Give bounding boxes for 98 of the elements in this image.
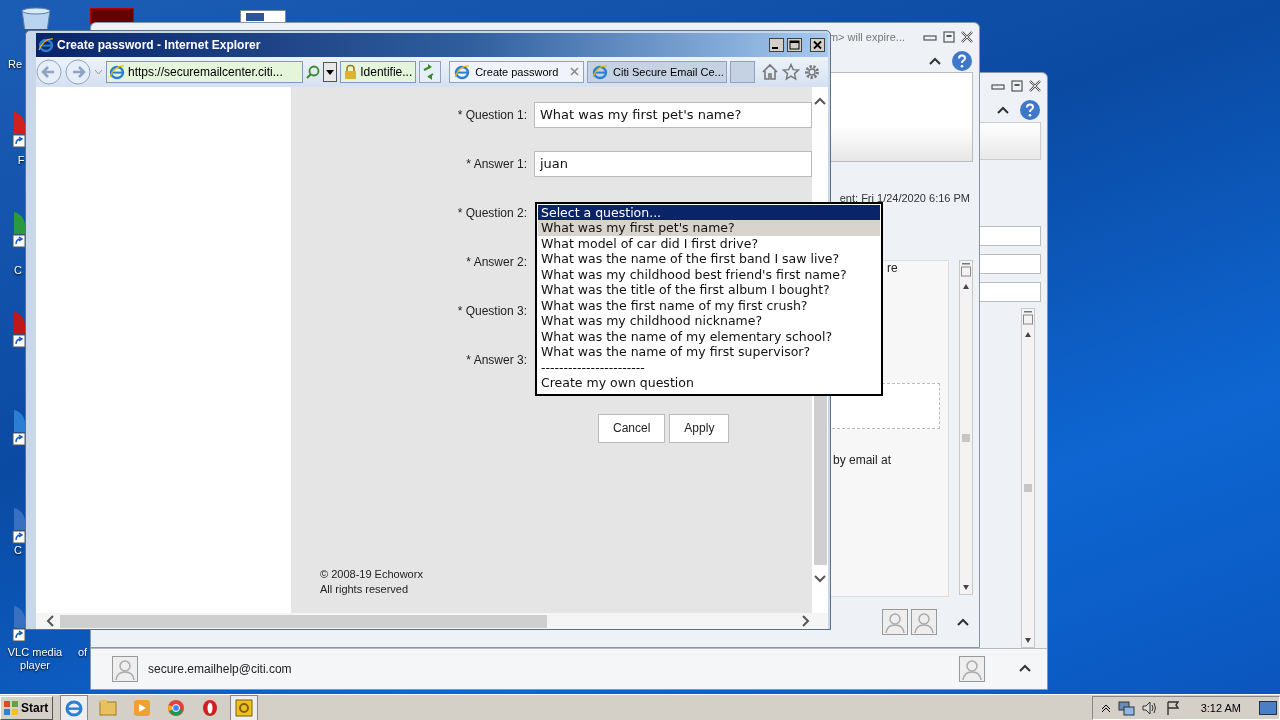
scroll-down-icon[interactable] bbox=[814, 574, 826, 583]
ie-logo-icon[interactable] bbox=[61, 695, 88, 720]
shortcut-icon[interactable] bbox=[12, 410, 26, 446]
scroll-right-icon[interactable] bbox=[802, 615, 810, 628]
horizontal-scrollbar[interactable] bbox=[36, 613, 828, 629]
avatar-icon bbox=[112, 655, 138, 682]
browser-tab[interactable]: Create password bbox=[449, 60, 585, 83]
chevron-up-icon[interactable] bbox=[1100, 702, 1111, 713]
shortcut-icon[interactable] bbox=[12, 112, 26, 148]
desktop-icon-label[interactable]: VLC media player bbox=[4, 646, 66, 672]
search-icon[interactable] bbox=[306, 64, 321, 79]
vertical-scrollbar[interactable] bbox=[1021, 307, 1035, 648]
dropdown-option[interactable]: What was the title of the first album I bought? bbox=[538, 282, 880, 298]
settings-icon[interactable] bbox=[803, 62, 822, 81]
ie-logo-icon bbox=[109, 63, 125, 80]
dropdown-option[interactable]: What was my childhood nickname? bbox=[538, 313, 880, 329]
desktop-icon-label[interactable]: of bbox=[76, 646, 89, 659]
vertical-scrollbar[interactable] bbox=[959, 260, 973, 595]
text-field[interactable]: juan bbox=[534, 150, 812, 177]
dropdown-option[interactable]: Create my own question bbox=[538, 375, 880, 391]
field-label: * Question 3: bbox=[456, 302, 527, 320]
form-button[interactable]: Cancel bbox=[598, 413, 666, 443]
help-icon[interactable] bbox=[951, 50, 973, 72]
ie-logo-icon bbox=[592, 63, 609, 80]
close-icon[interactable] bbox=[1029, 79, 1041, 92]
chevron-up-icon[interactable] bbox=[957, 617, 969, 627]
scroll-down-icon[interactable] bbox=[961, 582, 971, 592]
windows-logo-icon bbox=[3, 699, 19, 716]
help-icon[interactable] bbox=[1019, 99, 1041, 122]
close-icon[interactable] bbox=[810, 37, 825, 52]
security-badge[interactable]: Identifie... bbox=[340, 60, 417, 83]
clock: 3:12 AM bbox=[1200, 701, 1241, 714]
contact-email: secure.emailhelp@citi.com bbox=[148, 661, 292, 676]
field-label: * Question 1: bbox=[456, 106, 527, 124]
avatar-icon bbox=[911, 609, 937, 635]
form-button[interactable]: Apply bbox=[669, 413, 730, 443]
browser-tab[interactable]: Citi Secure Email Ce... bbox=[587, 60, 728, 83]
sent-date: ent: Fri 1/24/2020 6:16 PM bbox=[839, 192, 970, 206]
text-field[interactable]: What was my first pet's name? bbox=[534, 101, 812, 128]
dropdown-option[interactable]: What was my childhood best friend's first name? bbox=[538, 266, 880, 283]
flag-icon[interactable] bbox=[1164, 699, 1181, 716]
chevron-up-icon[interactable] bbox=[929, 56, 941, 66]
app-icon[interactable] bbox=[231, 695, 258, 720]
close-icon[interactable] bbox=[961, 30, 973, 43]
scroll-left-icon[interactable] bbox=[46, 615, 54, 628]
dropdown-option[interactable]: ----------------------- bbox=[538, 359, 880, 376]
field-label: * Answer 2: bbox=[465, 253, 527, 271]
refresh-icon[interactable] bbox=[419, 60, 442, 83]
header-panel bbox=[977, 121, 1041, 160]
text-field[interactable] bbox=[977, 225, 1041, 246]
desktop-icon-label[interactable]: F bbox=[14, 154, 28, 167]
url-text: https://securemailcenter.citi... bbox=[128, 64, 283, 79]
shortcut-icon[interactable] bbox=[12, 312, 26, 348]
maximize-icon[interactable] bbox=[1011, 79, 1023, 92]
home-icon[interactable] bbox=[761, 62, 780, 81]
dropdown-option[interactable]: Select a question... bbox=[538, 204, 880, 221]
maximize-icon[interactable] bbox=[943, 30, 955, 43]
maximize-icon[interactable] bbox=[787, 37, 802, 52]
message-text: re bbox=[887, 261, 898, 275]
dropdown-option[interactable]: What was the name of my first supervisor? bbox=[538, 344, 880, 360]
lock-icon bbox=[344, 63, 358, 80]
dropdown-icon[interactable] bbox=[323, 61, 338, 82]
desktop-icon-label[interactable]: C bbox=[12, 544, 24, 557]
dropdown-option[interactable]: What was the name of the first band I saw live? bbox=[538, 251, 880, 267]
avatar-icon bbox=[882, 609, 908, 635]
question-dropdown[interactable] bbox=[535, 201, 883, 396]
field-label: * Answer 3: bbox=[465, 351, 527, 369]
dropdown-option[interactable]: What was the first name of my first crush? bbox=[538, 297, 880, 314]
desktop-icon-label[interactable]: C bbox=[12, 264, 24, 277]
start-button[interactable]: Start bbox=[0, 695, 54, 720]
field-label: * Answer 1: bbox=[465, 155, 527, 173]
volume-icon[interactable] bbox=[1140, 699, 1159, 716]
avatar-icon bbox=[959, 655, 985, 682]
dropdown-option[interactable]: What model of car did I first drive? bbox=[538, 235, 880, 252]
minimize-icon[interactable] bbox=[769, 37, 784, 52]
field-label: * Question 2: bbox=[456, 204, 527, 222]
star-icon[interactable] bbox=[782, 62, 801, 81]
dropdown-option[interactable]: What was the name of my elementary school? bbox=[538, 328, 880, 345]
chevron-up-icon[interactable] bbox=[997, 105, 1009, 115]
shortcut-icon[interactable] bbox=[12, 508, 26, 544]
window-title: Create password - Internet Explorer bbox=[57, 37, 261, 52]
shortcut-icon[interactable] bbox=[12, 212, 26, 248]
message-text: by email at bbox=[833, 453, 892, 467]
footer-text: © 2008-19 Echoworx bbox=[320, 567, 424, 583]
desktop-icon-label[interactable]: Re bbox=[6, 58, 24, 71]
scroll-thumb[interactable] bbox=[60, 614, 547, 628]
text-field[interactable] bbox=[977, 253, 1041, 274]
dropdown-option[interactable]: What was my first pet's name? bbox=[538, 220, 880, 236]
ie-logo-icon bbox=[38, 36, 54, 53]
address-bar[interactable]: https://securemailcenter.citi... bbox=[106, 60, 304, 83]
network-icon[interactable] bbox=[1116, 699, 1135, 716]
scroll-up-icon[interactable] bbox=[814, 96, 826, 105]
chevron-up-icon[interactable] bbox=[1019, 664, 1031, 674]
ie-logo-icon bbox=[454, 63, 471, 80]
text-field[interactable] bbox=[977, 281, 1041, 302]
shortcut-icon[interactable] bbox=[12, 606, 26, 642]
footer-text: All rights reserved bbox=[320, 582, 410, 598]
show-desktop-icon[interactable] bbox=[1259, 700, 1277, 715]
